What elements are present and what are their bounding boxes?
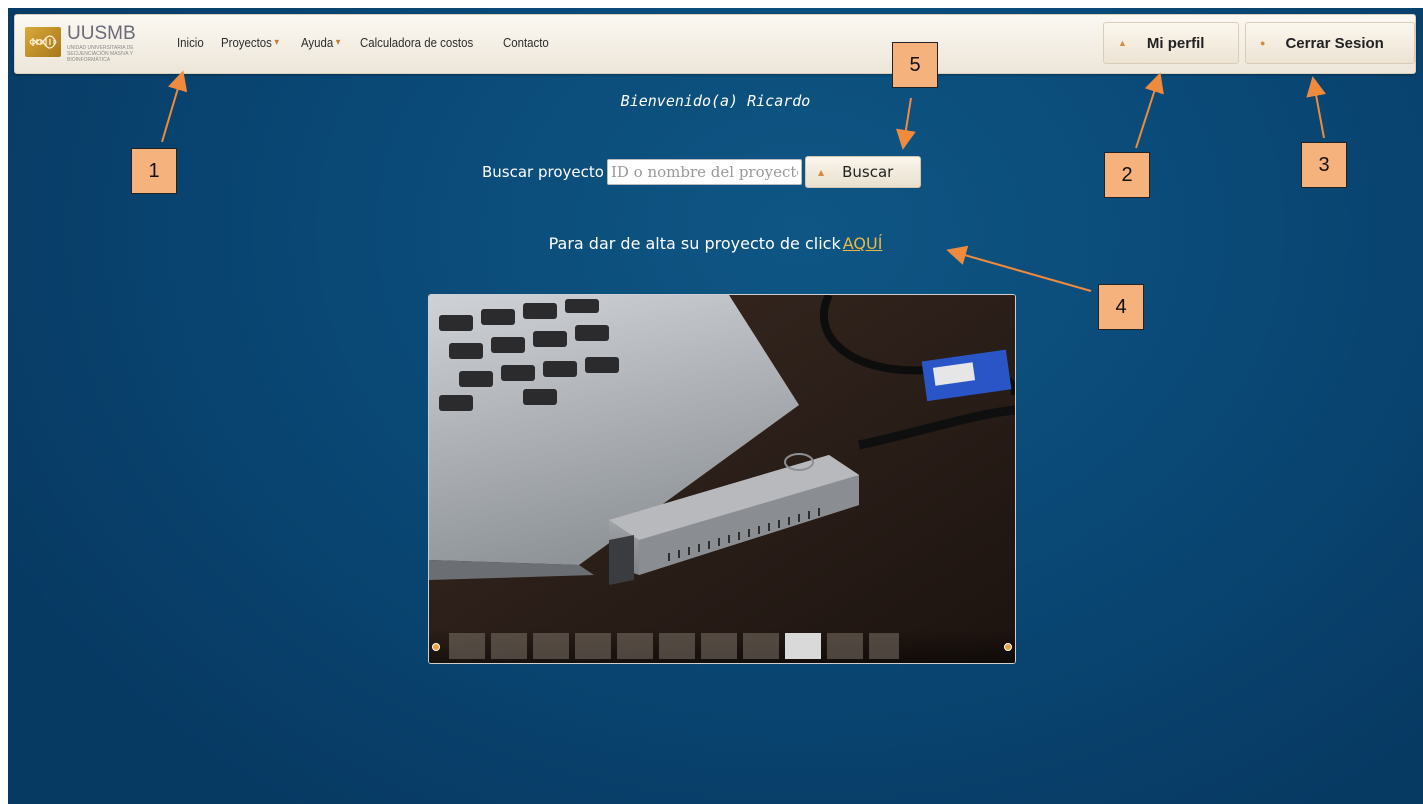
arrow-2: [1135, 72, 1164, 149]
arrow-3: [1306, 76, 1327, 139]
callout-5: 5: [892, 42, 938, 88]
arrow-5: [896, 97, 916, 150]
page-background: UUSMB UNIDAD UNIVERSITARIA DE SECUENCIAC…: [8, 8, 1423, 804]
callout-1: 1: [131, 148, 177, 194]
callout-2: 2: [1104, 152, 1150, 198]
arrow-1: [161, 70, 188, 143]
callout-4: 4: [1098, 284, 1144, 330]
callout-3: 3: [1301, 142, 1347, 188]
annotation-arrows: [161, 70, 1327, 292]
arrow-4: [946, 245, 1092, 292]
